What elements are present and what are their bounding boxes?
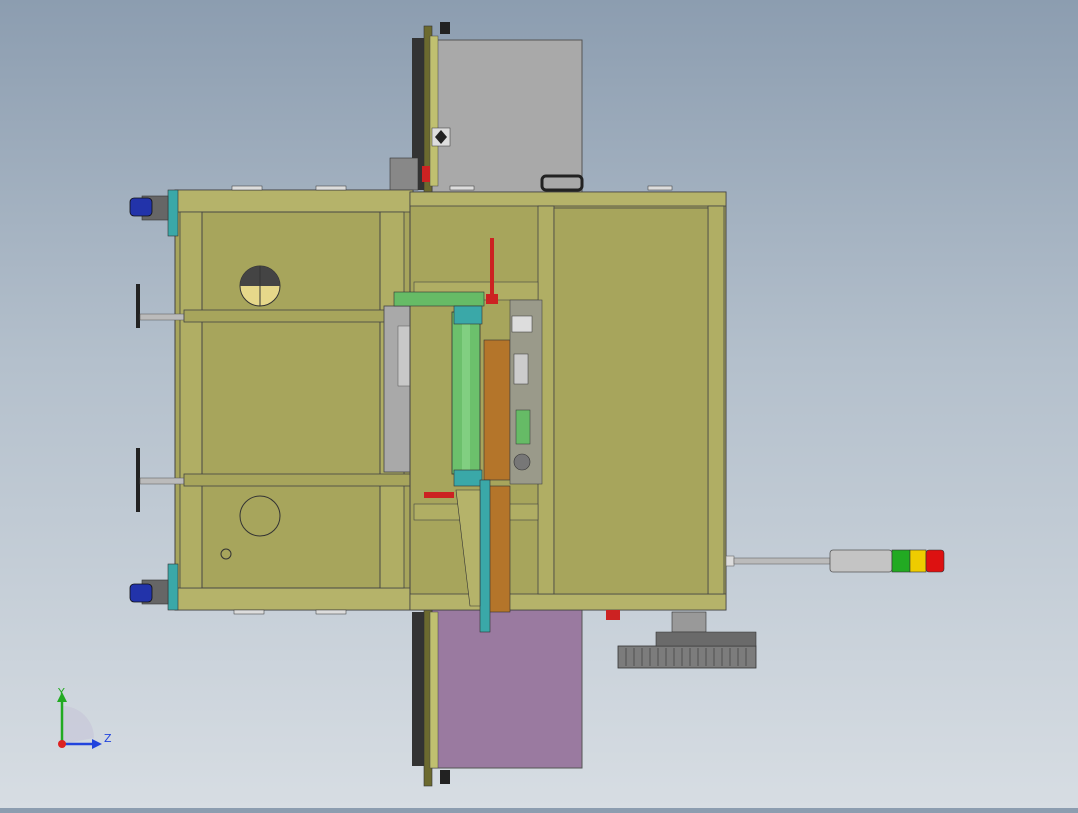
left-frame — [174, 185, 414, 615]
top-door-panel — [389, 22, 583, 193]
machine-model[interactable] — [0, 0, 1078, 808]
bottom-door-panel — [412, 609, 583, 787]
signal-tower — [725, 549, 945, 573]
caster-bottom — [129, 563, 179, 611]
heatsink-unit — [606, 610, 757, 669]
cad-viewport[interactable]: Y Z — [0, 0, 1078, 808]
axis-label-y: Y — [58, 686, 65, 699]
axis-label-z: Z — [104, 732, 112, 745]
caster-top — [129, 189, 179, 237]
orientation-triad: Y Z — [50, 686, 120, 750]
